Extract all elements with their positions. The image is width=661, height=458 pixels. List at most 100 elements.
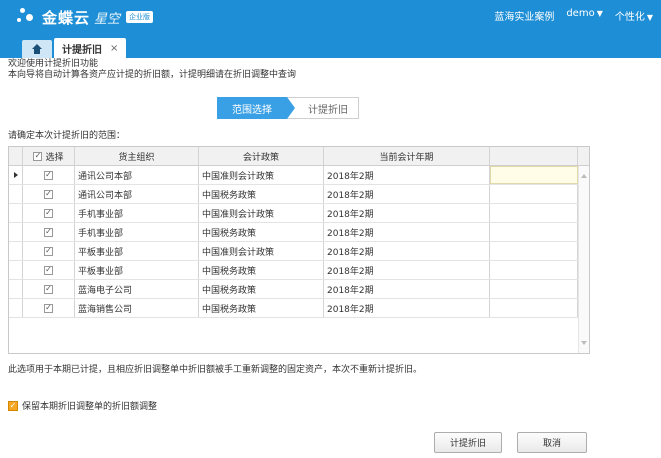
year-cell: 2018年2期 xyxy=(324,166,490,184)
row-checkbox[interactable]: ✓ xyxy=(44,303,53,313)
range-grid: ✓ 选择 货主组织 会计政策 当前会计年期 ✓ 通讯公司本部 中国准则会计政策 … xyxy=(8,146,590,354)
table-row[interactable]: ✓ 蓝海电子公司 中国税务政策 2018年2期 xyxy=(9,280,589,299)
tab-label: 计提折旧 xyxy=(62,44,102,56)
year-cell: 2018年2期 xyxy=(324,204,490,222)
tab-bar: 计提折旧 × xyxy=(22,38,127,58)
org-switcher[interactable]: 蓝海实业案例 xyxy=(494,8,554,23)
row-checkbox[interactable]: ✓ xyxy=(44,227,53,237)
policy-cell: 中国税务政策 xyxy=(199,280,324,298)
scroll-down-icon[interactable] xyxy=(581,341,587,345)
org-cell: 平板事业部 xyxy=(75,261,199,279)
row-checkbox[interactable]: ✓ xyxy=(44,208,53,218)
row-indicator-cell xyxy=(9,204,23,222)
user-name: demo xyxy=(566,8,595,19)
org-cell: 平板事业部 xyxy=(75,242,199,260)
row-indicator-cell xyxy=(9,299,23,317)
extra-cell xyxy=(490,261,578,279)
tab-accrue-depreciation[interactable]: 计提折旧 × xyxy=(54,38,127,58)
org-cell: 手机事业部 xyxy=(75,223,199,241)
logo-text: 金蝶云 xyxy=(42,8,91,27)
org-cell: 通讯公司本部 xyxy=(75,185,199,203)
extra-cell xyxy=(490,204,578,222)
year-cell: 2018年2期 xyxy=(324,223,490,241)
policy-cell: 中国税务政策 xyxy=(199,261,324,279)
row-indicator-cell xyxy=(9,166,23,184)
header-select: ✓ 选择 xyxy=(23,147,75,165)
keep-adjustment-option[interactable]: ✓ 保留本期折旧调整单的折旧额调整 xyxy=(8,399,157,412)
user-menu[interactable]: demo ▼ xyxy=(566,8,603,23)
year-cell: 2018年2期 xyxy=(324,261,490,279)
policy-cell: 中国准则会计政策 xyxy=(199,242,324,260)
tab-home[interactable] xyxy=(22,40,52,58)
row-indicator-cell xyxy=(9,280,23,298)
cancel-button[interactable]: 取消 xyxy=(517,432,587,453)
org-cell: 通讯公司本部 xyxy=(75,166,199,184)
row-select-cell: ✓ xyxy=(23,299,75,317)
home-icon xyxy=(32,44,42,54)
accrue-depreciation-button[interactable]: 计提折旧 xyxy=(434,432,502,453)
policy-cell: 中国准则会计政策 xyxy=(199,204,324,222)
row-checkbox[interactable]: ✓ xyxy=(44,265,53,275)
caret-down-icon: ▼ xyxy=(646,13,653,22)
header-scroll xyxy=(578,147,589,165)
row-select-cell: ✓ xyxy=(23,204,75,222)
top-nav: 蓝海实业案例 demo ▼ 个性化 ▼ xyxy=(494,8,653,23)
row-checkbox[interactable]: ✓ xyxy=(44,284,53,294)
row-select-cell: ✓ xyxy=(23,185,75,203)
extra-cell xyxy=(490,242,578,260)
row-select-cell: ✓ xyxy=(23,280,75,298)
row-indicator-cell xyxy=(9,223,23,241)
logo-mark-icon xyxy=(14,6,42,28)
header-year[interactable]: 当前会计年期 xyxy=(324,147,490,165)
option-note: 此选项用于本期已计提，且相应折旧调整单中折旧额被手工重新调整的固定资产，本次不重… xyxy=(8,365,423,375)
row-indicator-cell xyxy=(9,242,23,260)
row-checkbox[interactable]: ✓ xyxy=(44,189,53,199)
extra-cell xyxy=(490,185,578,203)
policy-cell: 中国准则会计政策 xyxy=(199,166,324,184)
row-select-cell: ✓ xyxy=(23,166,75,184)
range-label: 请确定本次计提折旧的范围： xyxy=(8,131,126,141)
header-indicator xyxy=(9,147,23,165)
policy-cell: 中国税务政策 xyxy=(199,299,324,317)
table-row[interactable]: ✓ 蓝海销售公司 中国税务政策 2018年2期 xyxy=(9,299,589,318)
year-cell: 2018年2期 xyxy=(324,185,490,203)
extra-cell[interactable] xyxy=(490,166,578,184)
row-select-cell: ✓ xyxy=(23,261,75,279)
row-indicator-cell xyxy=(9,261,23,279)
table-row[interactable]: ✓ 通讯公司本部 中国准则会计政策 2018年2期 xyxy=(9,166,589,185)
year-cell: 2018年2期 xyxy=(324,280,490,298)
header-policy[interactable]: 会计政策 xyxy=(199,147,324,165)
logo-sub: 星空 xyxy=(94,11,121,27)
table-row[interactable]: ✓ 通讯公司本部 中国税务政策 2018年2期 xyxy=(9,185,589,204)
table-row[interactable]: ✓ 手机事业部 中国准则会计政策 2018年2期 xyxy=(9,204,589,223)
row-pointer-icon xyxy=(13,172,18,178)
row-select-cell: ✓ xyxy=(23,242,75,260)
row-checkbox[interactable]: ✓ xyxy=(44,246,53,256)
keep-adjustment-checkbox[interactable]: ✓ xyxy=(8,400,18,411)
select-all-checkbox[interactable]: ✓ xyxy=(33,151,43,161)
extra-cell xyxy=(490,280,578,298)
org-cell: 蓝海销售公司 xyxy=(75,299,199,317)
intro-line-2: 本向导将自动计算各资产应计提的折旧额，计提明细请在折旧调整中查询 xyxy=(8,70,297,80)
personalize-menu[interactable]: 个性化 ▼ xyxy=(615,8,653,23)
table-row[interactable]: ✓ 手机事业部 中国税务政策 2018年2期 xyxy=(9,223,589,242)
header-org[interactable]: 货主组织 xyxy=(75,147,199,165)
close-icon[interactable]: × xyxy=(110,43,118,54)
policy-cell: 中国税务政策 xyxy=(199,185,324,203)
table-row[interactable]: ✓ 平板事业部 中国税务政策 2018年2期 xyxy=(9,261,589,280)
intro-text: 欢迎使用计提折旧功能 本向导将自动计算各资产应计提的折旧额，计提明细请在折旧调整… xyxy=(8,59,296,81)
top-bar: 金蝶云 星空 企业版 蓝海实业案例 demo ▼ 个性化 ▼ 计提折旧 × xyxy=(0,0,661,58)
org-cell: 蓝海电子公司 xyxy=(75,280,199,298)
scroll-up-icon[interactable] xyxy=(581,174,587,178)
personalize-label: 个性化 xyxy=(614,12,645,23)
table-row[interactable]: ✓ 平板事业部 中国准则会计政策 2018年2期 xyxy=(9,242,589,261)
row-checkbox[interactable]: ✓ xyxy=(44,170,53,180)
org-cell: 手机事业部 xyxy=(75,204,199,222)
extra-cell xyxy=(490,223,578,241)
caret-down-icon: ▼ xyxy=(596,9,603,18)
grid-scrollbar[interactable] xyxy=(578,166,589,353)
header-extra xyxy=(490,147,578,165)
intro-line-1: 欢迎使用计提折旧功能 xyxy=(8,59,99,69)
wizard-steps: 范围选择 计提折旧 xyxy=(217,97,359,119)
step-range-select: 范围选择 xyxy=(217,97,295,119)
